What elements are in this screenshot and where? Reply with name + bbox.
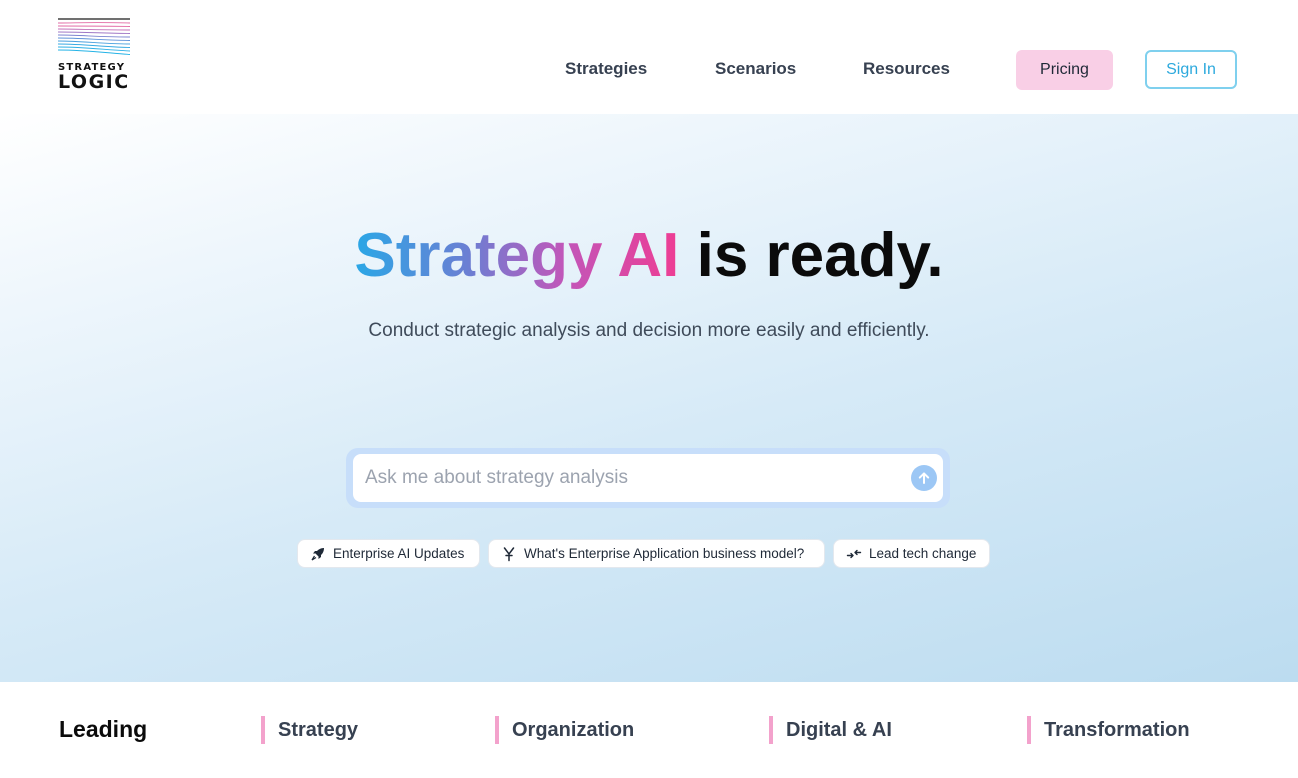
hero-title-highlight: Strategy AI: [354, 221, 680, 290]
nav-scenarios[interactable]: Scenarios: [715, 59, 796, 79]
nav-strategies[interactable]: Strategies: [565, 59, 647, 79]
rocket-icon: [310, 546, 326, 562]
yen-icon: [501, 546, 517, 562]
brand-logo[interactable]: STRATEGY LOGIC: [58, 18, 132, 92]
suggestion-chip-tech-change[interactable]: Lead tech change: [833, 539, 990, 568]
category-transformation[interactable]: Transformation: [1027, 716, 1190, 744]
search-container: [346, 448, 950, 508]
hero-subtitle: Conduct strategic analysis and decision …: [368, 320, 930, 341]
suggestion-chip-business-model[interactable]: What's Enterprise Application business m…: [488, 539, 825, 568]
category-heading: Leading: [59, 716, 148, 742]
site-header: STRATEGY LOGIC Strategies Scenarios Reso…: [0, 0, 1298, 114]
category-organization[interactable]: Organization: [495, 716, 634, 744]
chip-label: Lead tech change: [869, 546, 977, 561]
hero-section: Strategy AI is ready. Conduct strategic …: [0, 114, 1298, 682]
chip-label: What's Enterprise Application business m…: [524, 546, 805, 561]
arrow-up-icon: [918, 472, 930, 484]
hero-title-rest: is ready.: [679, 221, 944, 290]
suggestion-chip-enterprise-ai[interactable]: Enterprise AI Updates: [297, 539, 480, 568]
nav-resources[interactable]: Resources: [863, 59, 950, 79]
category-bar: Leading Strategy Organization Digital & …: [0, 682, 1298, 778]
sign-in-button[interactable]: Sign In: [1145, 50, 1237, 89]
pricing-button[interactable]: Pricing: [1016, 50, 1113, 90]
arrows-icon: [846, 546, 862, 562]
category-digital-ai[interactable]: Digital & AI: [769, 716, 892, 744]
hero-title: Strategy AI is ready.: [0, 220, 1298, 292]
chip-label: Enterprise AI Updates: [333, 546, 465, 561]
logo-waves-icon: [58, 18, 130, 55]
search-box: [353, 454, 943, 502]
logo-text-logic: LOGIC: [58, 71, 130, 93]
send-button[interactable]: [911, 465, 937, 491]
search-input[interactable]: [365, 454, 905, 502]
category-strategy[interactable]: Strategy: [261, 716, 358, 744]
